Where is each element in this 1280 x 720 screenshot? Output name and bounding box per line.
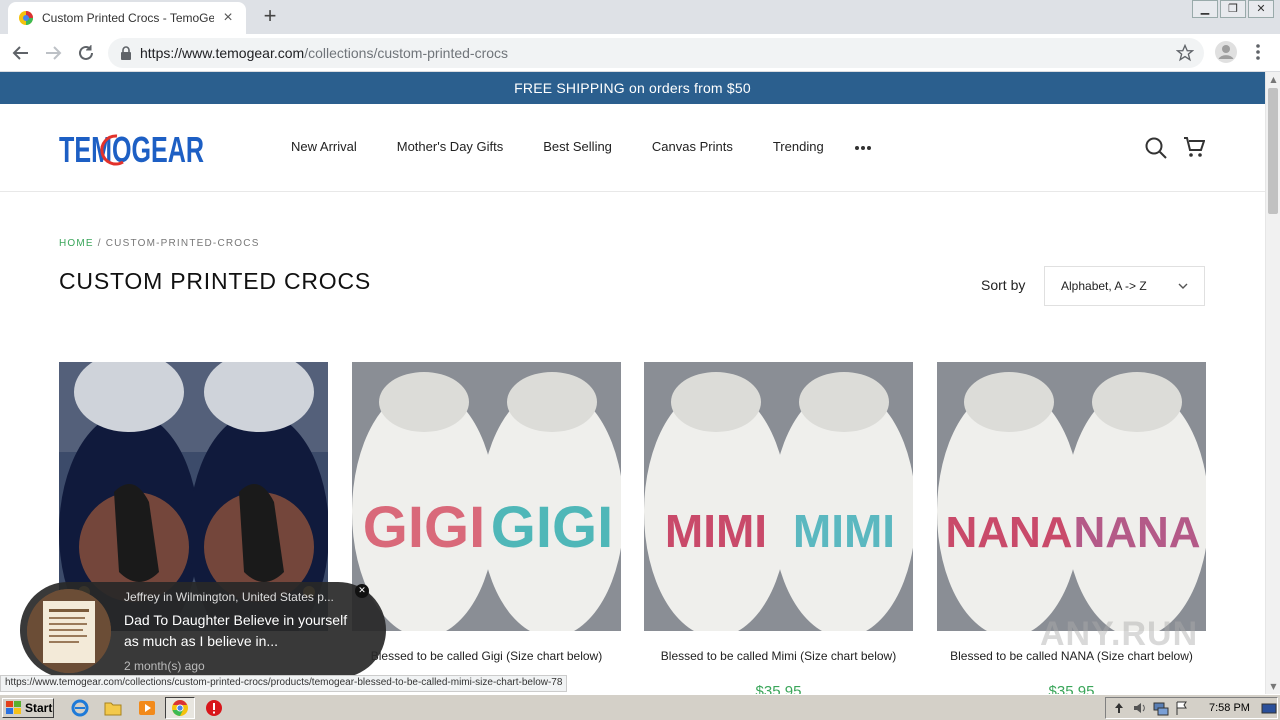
product-image[interactable]: GIGI GIGI	[352, 362, 621, 631]
more-menu-icon[interactable]	[854, 143, 872, 153]
new-tab-button[interactable]: +	[258, 4, 282, 28]
product-card[interactable]: GIGI GIGI Blessed to be called Gigi (Siz…	[352, 362, 621, 683]
popup-product-thumbnail[interactable]	[27, 589, 111, 673]
popup-close-icon[interactable]: ✕	[355, 584, 369, 598]
restore-button[interactable]: ❐	[1220, 0, 1246, 18]
search-icon[interactable]	[1145, 137, 1167, 159]
sort-select[interactable]: Alphabet, A -> Z	[1044, 266, 1205, 306]
window-controls: ▁ ❐ ✕	[1190, 0, 1274, 18]
reload-icon	[79, 45, 93, 60]
product-image[interactable]: MIMI MIMI	[644, 362, 913, 631]
scroll-up-arrow-icon[interactable]: ▲	[1266, 72, 1280, 87]
product-title[interactable]: Blessed to be called Gigi (Size chart be…	[352, 649, 621, 663]
breadcrumb: HOME / CUSTOM-PRINTED-CROCS	[59, 238, 260, 249]
reload-button[interactable]	[75, 42, 97, 64]
nav-best-selling[interactable]: Best Selling	[543, 139, 612, 154]
cart-icon[interactable]	[1183, 136, 1205, 158]
ie-icon[interactable]	[71, 699, 89, 717]
nav-new-arrival[interactable]: New Arrival	[291, 139, 357, 154]
tray-expand-icon[interactable]	[1111, 700, 1127, 716]
chevron-down-icon	[1178, 283, 1188, 289]
page-title: CUSTOM PRINTED CROCS	[59, 268, 372, 294]
sort-selected-value: Alphabet, A -> Z	[1061, 279, 1147, 293]
taskbar-clock[interactable]: 7:58 PM	[1209, 702, 1250, 714]
popup-product-name[interactable]: Dad To Daughter Believe in yourself as m…	[124, 610, 354, 652]
tab-title: Custom Printed Crocs - TemoGearStore	[42, 11, 214, 25]
security-warning-icon[interactable]	[205, 699, 223, 717]
announcement-bar: FREE SHIPPING on orders from $50	[0, 72, 1265, 104]
nana-right-art: NANA	[1073, 508, 1200, 557]
browser-toolbar: https://www.temogear.com/collections/cus…	[0, 34, 1280, 72]
forward-arrow-icon	[46, 46, 62, 60]
nav-mothers-day-gifts[interactable]: Mother's Day Gifts	[397, 139, 504, 154]
breadcrumb-current: CUSTOM-PRINTED-CROCS	[105, 238, 260, 249]
tab-close-icon[interactable]: ×	[220, 9, 236, 27]
mimi-crocs-image: MIMI MIMI	[644, 362, 913, 631]
temogear-logo[interactable]: TEMOGEAR	[59, 128, 204, 168]
product-card[interactable]: MIMI MIMI Blessed to be called Mimi (Siz…	[644, 362, 913, 694]
address-bar[interactable]: https://www.temogear.com/collections/cus…	[108, 38, 1204, 68]
gigi-right-art: GIGI	[491, 495, 613, 560]
browser-menu-icon[interactable]	[1250, 42, 1266, 62]
close-window-button[interactable]: ✕	[1248, 0, 1274, 18]
scroll-down-arrow-icon[interactable]: ▼	[1266, 679, 1280, 694]
bookmark-star-icon[interactable]	[1176, 44, 1194, 62]
nav-trending[interactable]: Trending	[773, 139, 824, 154]
start-button[interactable]: Start	[2, 698, 54, 718]
windows-taskbar: Start 7:58 PM	[0, 694, 1280, 720]
breadcrumb-home-link[interactable]: HOME	[59, 238, 94, 249]
start-label: Start	[25, 701, 53, 715]
product-price: $35.95	[755, 683, 802, 694]
site-favicon-icon	[19, 11, 33, 25]
anyrun-watermark: ANY.RUN	[1040, 615, 1199, 653]
mimi-right-art: MIMI	[793, 505, 895, 557]
main-navigation: New Arrival Mother's Day Gifts Best Sell…	[291, 139, 864, 154]
browser-tab-active[interactable]: Custom Printed Crocs - TemoGearStore ×	[8, 2, 246, 34]
scroll-thumb[interactable]	[1268, 88, 1278, 214]
gigi-left-art: GIGI	[363, 495, 485, 560]
taskbar-chrome-button[interactable]	[165, 697, 195, 719]
url-path: /collections/custom-printed-crocs	[304, 45, 509, 61]
site-header: TEMOGEAR New Arrival Mother's Day Gifts …	[0, 104, 1265, 192]
media-player-icon[interactable]	[138, 699, 156, 717]
minimize-button[interactable]: ▁	[1192, 0, 1218, 18]
product-price: $35.95	[1048, 683, 1095, 694]
chrome-icon	[172, 700, 188, 716]
product-title[interactable]: Blessed to be called Mimi (Size chart be…	[644, 649, 913, 663]
profile-avatar-icon[interactable]	[1215, 41, 1237, 63]
folder-icon[interactable]	[104, 699, 122, 717]
popup-time-ago: 2 month(s) ago	[124, 659, 205, 673]
network-icon[interactable]	[1153, 700, 1169, 716]
back-button[interactable]	[10, 42, 32, 64]
url-host: https://www.temogear.com	[140, 45, 305, 61]
nana-left-art: NANA	[945, 508, 1072, 557]
sort-label: Sort by	[981, 277, 1026, 293]
system-tray: 7:58 PM	[1105, 697, 1278, 719]
link-status-bar: https://www.temogear.com/collections/cus…	[0, 675, 568, 692]
url-text: https://www.temogear.com/collections/cus…	[140, 45, 508, 61]
volume-icon[interactable]	[1132, 700, 1148, 716]
action-center-flag-icon[interactable]	[1174, 700, 1190, 716]
gigi-crocs-image: GIGI GIGI	[352, 362, 621, 631]
nana-crocs-image: NANA NANA	[937, 362, 1206, 631]
windows-logo-icon	[6, 701, 21, 714]
nav-canvas-prints[interactable]: Canvas Prints	[652, 139, 733, 154]
lock-icon	[121, 46, 131, 60]
product-image[interactable]: NANA NANA	[937, 362, 1206, 631]
back-arrow-icon	[12, 46, 28, 60]
page-scrollbar[interactable]: ▲ ▼	[1265, 72, 1280, 694]
recent-purchase-popup[interactable]: Jeffrey in Wilmington, United States p..…	[20, 582, 386, 678]
mimi-left-art: MIMI	[665, 505, 767, 557]
browser-tabbar: Custom Printed Crocs - TemoGearStore × +…	[0, 0, 1280, 34]
popup-customer-location: Jeffrey in Wilmington, United States p..…	[124, 590, 334, 604]
svg-text:TEMOGEAR: TEMOGEAR	[59, 129, 204, 168]
show-desktop-icon[interactable]	[1261, 700, 1277, 716]
breadcrumb-separator: /	[93, 238, 106, 249]
forward-button[interactable]	[42, 42, 64, 64]
popup-product-image	[27, 589, 111, 673]
